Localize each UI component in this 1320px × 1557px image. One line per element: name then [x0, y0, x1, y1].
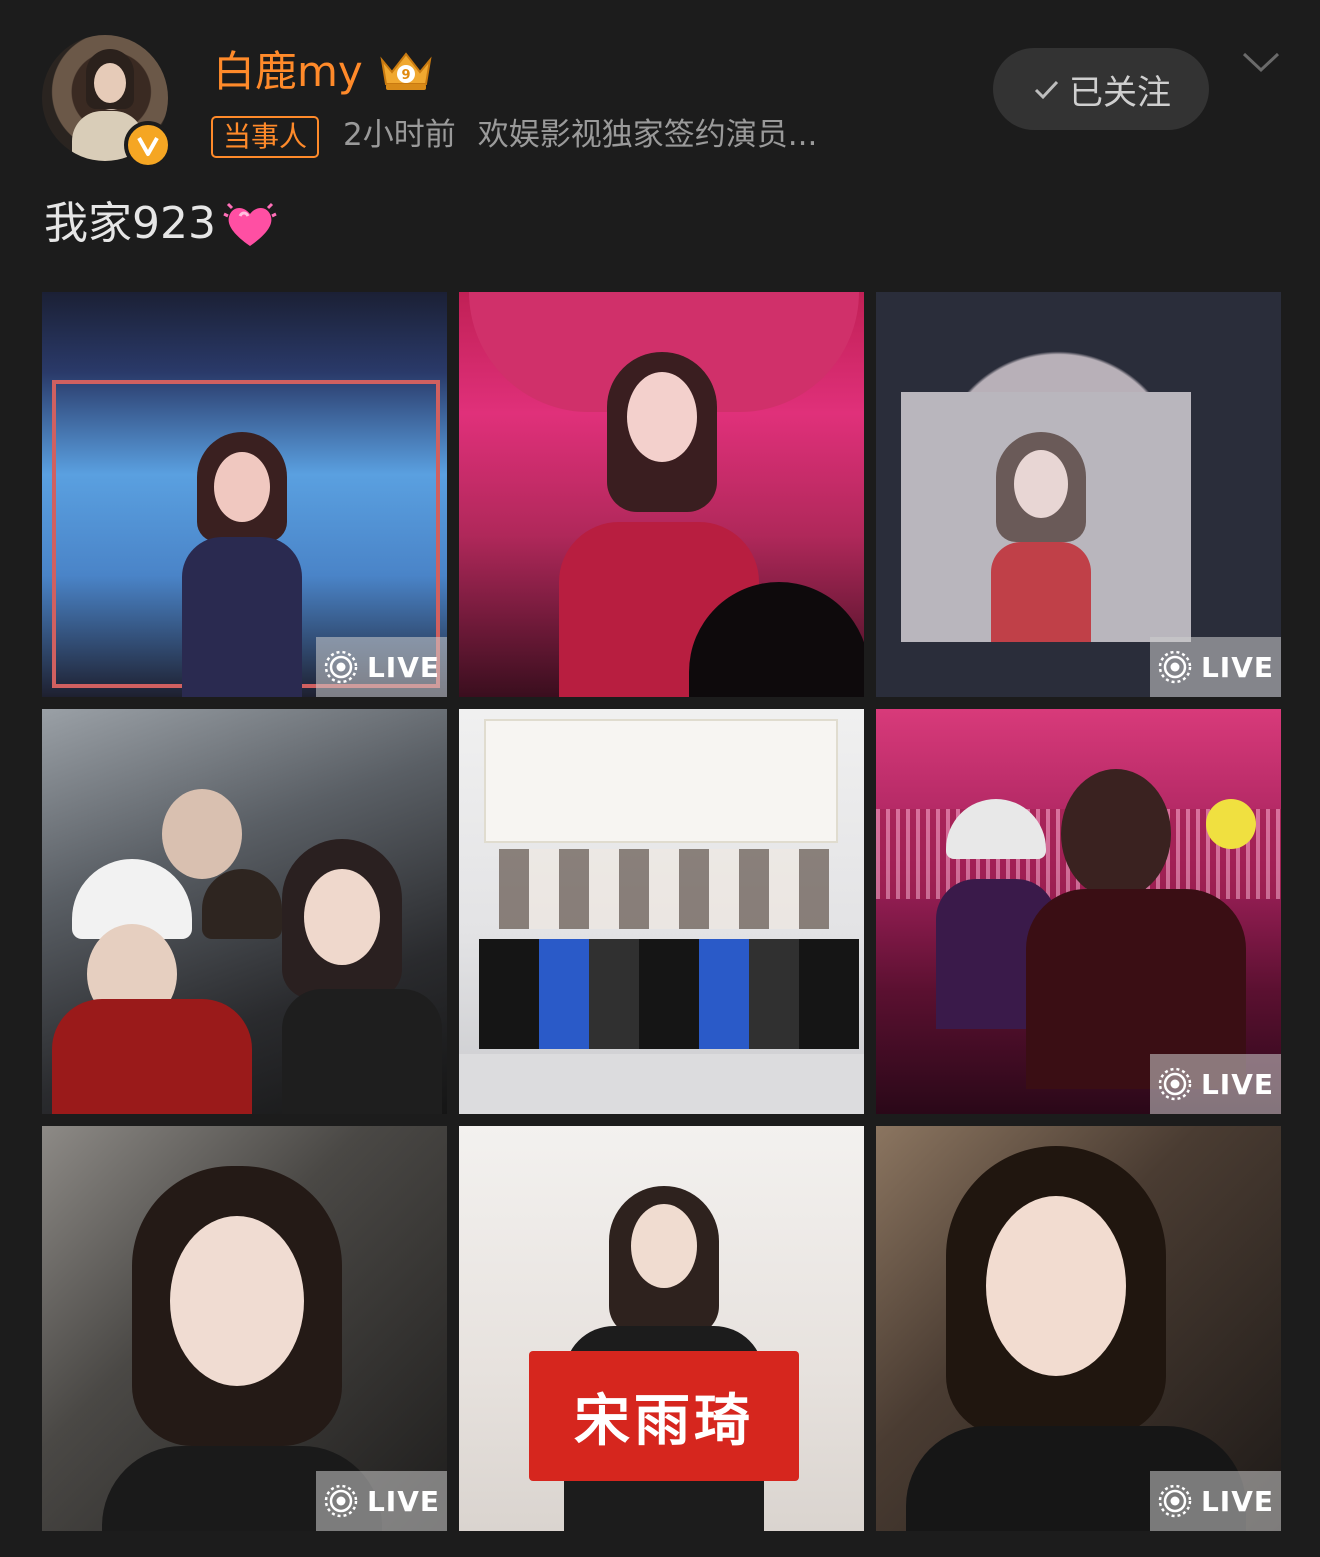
- group-front-row: [479, 939, 859, 1049]
- photo-3[interactable]: LIVE: [876, 292, 1281, 697]
- post-source[interactable]: 欢娱影视独家签约演员...: [478, 117, 818, 153]
- name-banner: 宋雨琦: [529, 1351, 799, 1481]
- photo-8[interactable]: 宋雨琦: [459, 1126, 864, 1531]
- floor: [459, 1054, 864, 1114]
- growing-heart-icon: [223, 202, 277, 246]
- tag-badge: 当事人: [211, 116, 320, 158]
- person-face: [170, 1216, 304, 1386]
- post-text: 我家923: [44, 192, 280, 256]
- live-photo-icon: [1158, 1067, 1192, 1101]
- performer-outfit: [182, 537, 302, 697]
- live-photo-icon: [324, 1484, 358, 1518]
- photo-5[interactable]: [459, 709, 864, 1114]
- person-head: [1061, 769, 1171, 899]
- live-photo-icon: [1158, 650, 1192, 684]
- live-badge: LIVE: [316, 637, 447, 697]
- group-back-row: [499, 849, 829, 929]
- live-label: LIVE: [1200, 1067, 1275, 1101]
- photo-9[interactable]: LIVE: [876, 1126, 1281, 1531]
- dark-beanie: [202, 869, 282, 939]
- photo-1[interactable]: LIVE: [42, 292, 447, 697]
- photo-7[interactable]: LIVE: [42, 1126, 447, 1531]
- post-time: 2小时前: [343, 117, 456, 153]
- live-photo-icon: [1158, 1484, 1192, 1518]
- follow-button[interactable]: 已关注: [993, 48, 1209, 130]
- live-badge: LIVE: [1150, 637, 1281, 697]
- avatar-face: [94, 63, 126, 103]
- verified-v-icon: [124, 121, 172, 169]
- live-badge: LIVE: [1150, 1471, 1281, 1531]
- backdrop-wall: [484, 719, 838, 843]
- performer-face: [627, 372, 697, 462]
- lightstick: [1206, 799, 1256, 849]
- live-label: LIVE: [366, 1484, 441, 1518]
- person-face: [162, 789, 242, 879]
- red-jacket: [52, 999, 252, 1114]
- photo-4[interactable]: [42, 709, 447, 1114]
- crown-level-9-icon[interactable]: 9: [378, 50, 434, 94]
- person-face: [631, 1204, 697, 1288]
- black-outfit: [282, 989, 442, 1114]
- person-face: [304, 869, 380, 965]
- performer-face: [1014, 450, 1068, 518]
- performer-face: [214, 452, 270, 522]
- photo-6[interactable]: LIVE: [876, 709, 1281, 1114]
- live-badge: LIVE: [316, 1471, 447, 1531]
- banner-text: 宋雨琦: [574, 1388, 754, 1454]
- white-cap: [946, 799, 1046, 859]
- photo-2[interactable]: [459, 292, 864, 697]
- live-photo-icon: [324, 650, 358, 684]
- follow-label: 已关注: [1069, 72, 1171, 113]
- svg-text:9: 9: [401, 68, 410, 83]
- photo-grid: LIVE LIVE LIVE LIVE 宋雨琦 LIVE: [42, 292, 1281, 1531]
- post-meta: 2小时前 欢娱影视独家签约演员...: [343, 113, 817, 157]
- check-icon: [1034, 80, 1059, 100]
- person-face: [986, 1196, 1126, 1376]
- performer-outfit: [991, 542, 1091, 642]
- post-text-body: 我家923: [44, 198, 216, 249]
- live-label: LIVE: [1200, 1484, 1275, 1518]
- weibo-post: 白鹿my 9 当事人 2小时前欢娱影视独家签约演员... 已关注 我家923: [0, 0, 1320, 1557]
- live-badge: LIVE: [1150, 1054, 1281, 1114]
- live-label: LIVE: [1200, 650, 1275, 684]
- chevron-down-icon[interactable]: [1240, 48, 1282, 76]
- username[interactable]: 白鹿my: [213, 44, 363, 100]
- live-label: LIVE: [366, 650, 441, 684]
